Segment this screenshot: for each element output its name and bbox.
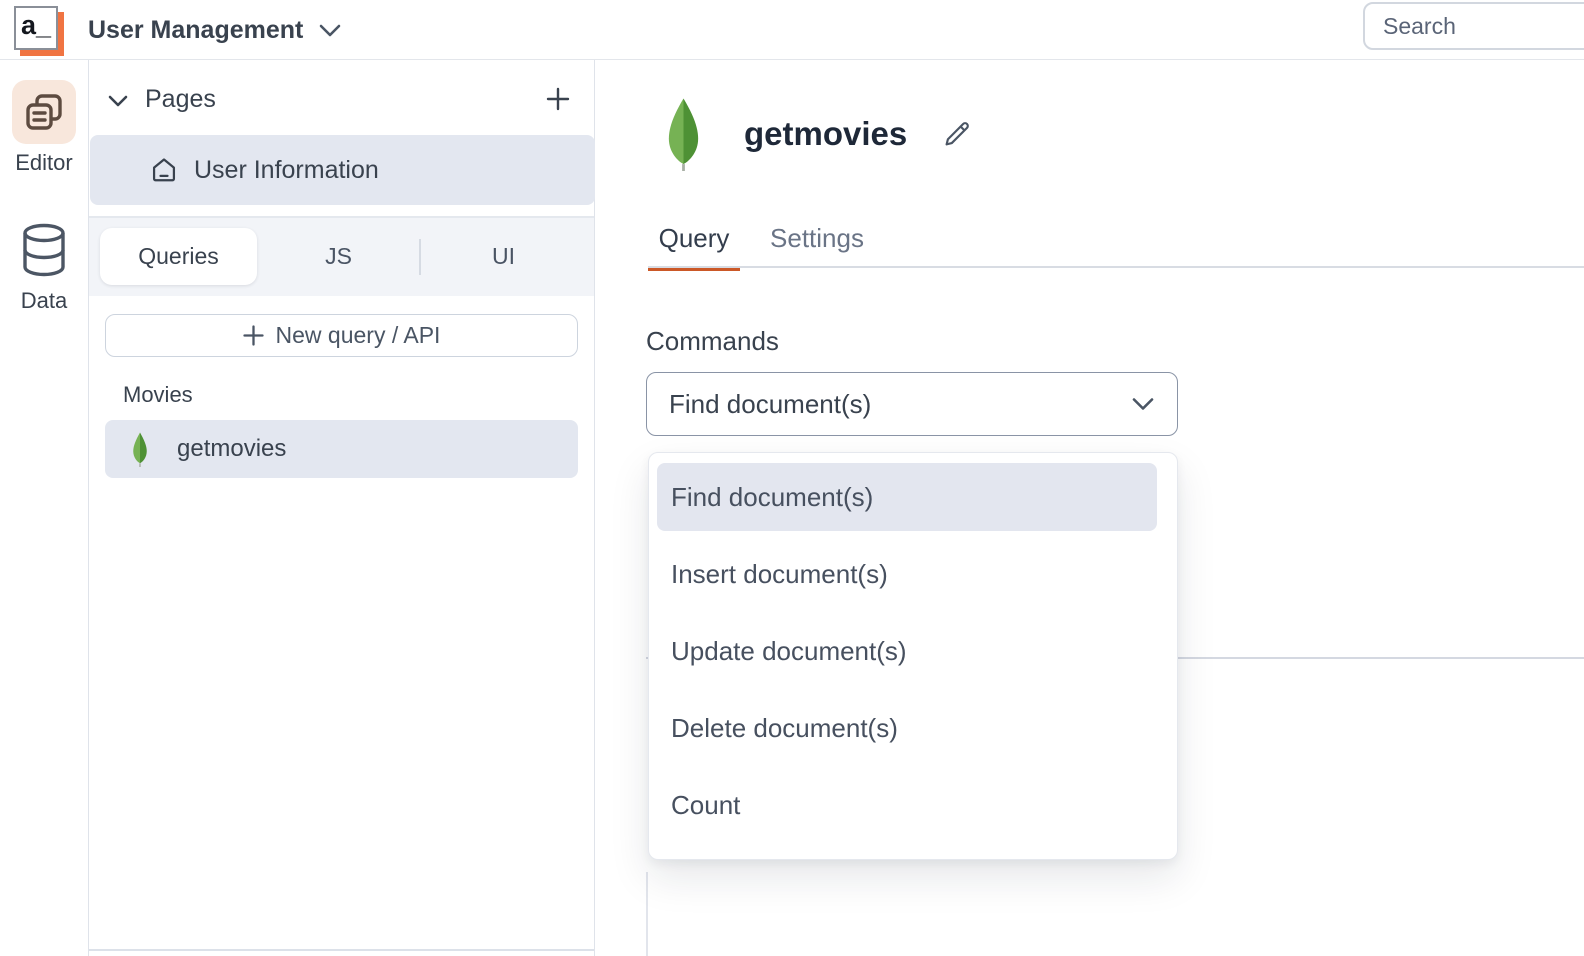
dropdown-option-count[interactable]: Count — [657, 771, 1157, 839]
rail-data-label: Data — [21, 288, 67, 314]
tab-query[interactable]: Query — [648, 210, 740, 266]
new-query-label: New query / API — [276, 322, 441, 349]
app-name-menu[interactable]: User Management — [88, 0, 341, 60]
left-rail: Editor Data — [0, 60, 89, 956]
tab-ui-label: UI — [492, 243, 515, 270]
rail-item-data[interactable]: Data — [0, 218, 88, 314]
dropdown-option-insert[interactable]: Insert document(s) — [657, 540, 1157, 608]
logo-glyph: a_ — [14, 6, 58, 50]
pages-panel: Pages User Information Queries JS — [89, 60, 595, 956]
tab-settings-label: Settings — [770, 223, 864, 254]
tab-js-label: JS — [325, 243, 352, 270]
pages-header: Pages — [89, 75, 594, 125]
top-bar: a_ User Management — [0, 0, 1584, 60]
tabs-baseline — [648, 266, 1584, 268]
edit-name-button[interactable] — [939, 116, 975, 152]
page-item-user-information[interactable]: User Information — [90, 135, 595, 205]
mongodb-leaf-icon — [131, 431, 149, 467]
rail-item-editor[interactable]: Editor — [0, 80, 88, 176]
app-name-label: User Management — [88, 16, 303, 45]
commands-select-value: Find document(s) — [669, 389, 1131, 420]
dropdown-option-update[interactable]: Update document(s) — [657, 617, 1157, 685]
query-item-label: getmovies — [177, 435, 286, 463]
query-header: getmovies — [665, 95, 975, 173]
main-content: getmovies Query Settings Commands Find d… — [595, 60, 1584, 956]
pages-stack-icon — [12, 80, 76, 144]
pages-title: Pages — [145, 85, 216, 114]
form-left-border — [646, 872, 648, 956]
app-root: a_ User Management Editor — [0, 0, 1584, 956]
dropdown-option-find[interactable]: Find document(s) — [657, 463, 1157, 531]
database-icon — [12, 218, 76, 282]
rail-editor-label: Editor — [15, 150, 72, 176]
query-settings-tabs: Query Settings — [648, 210, 872, 266]
tab-queries-label: Queries — [138, 243, 219, 270]
tab-ui[interactable]: UI — [422, 218, 585, 296]
tab-divider — [419, 239, 421, 275]
tab-js[interactable]: JS — [257, 218, 420, 296]
query-item-getmovies[interactable]: getmovies — [105, 420, 578, 478]
mongodb-leaf-icon — [665, 95, 702, 173]
chevron-down-icon — [1131, 397, 1155, 411]
commands-label: Commands — [646, 326, 779, 357]
pages-collapse-chevron-icon[interactable] — [105, 88, 131, 114]
tab-query-label: Query — [659, 223, 730, 254]
query-title: getmovies — [744, 115, 907, 153]
search-input[interactable] — [1363, 2, 1584, 50]
chevron-down-icon — [319, 24, 341, 37]
query-group-label: Movies — [123, 382, 193, 408]
new-query-button[interactable]: New query / API — [105, 314, 578, 357]
home-icon — [150, 156, 178, 184]
entity-tabs: Queries JS UI — [89, 218, 594, 296]
panel-bottom-line — [89, 949, 594, 951]
page-item-label: User Information — [194, 156, 379, 185]
add-page-button[interactable] — [542, 83, 574, 115]
commands-dropdown-menu: Find document(s) Insert document(s) Upda… — [648, 452, 1178, 860]
dropdown-option-delete[interactable]: Delete document(s) — [657, 694, 1157, 762]
commands-select[interactable]: Find document(s) — [646, 372, 1178, 436]
tab-queries[interactable]: Queries — [100, 228, 257, 285]
tab-settings[interactable]: Settings — [762, 210, 872, 266]
plus-icon — [243, 325, 264, 346]
app-logo[interactable]: a_ — [14, 6, 64, 56]
